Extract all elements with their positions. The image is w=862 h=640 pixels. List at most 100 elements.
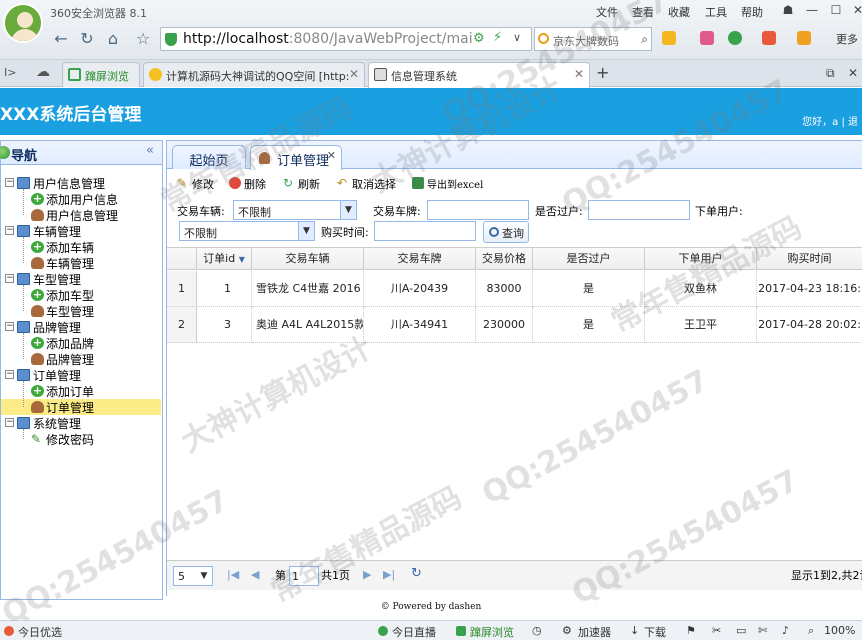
sidebar-item-4-1[interactable]: 订单管理: [1, 399, 161, 415]
search-box[interactable]: 京东大牌数码 ⌕: [534, 27, 652, 51]
flag-icon[interactable]: ⚑: [686, 624, 696, 637]
sidebar-group-0[interactable]: − 用户信息管理: [1, 175, 161, 191]
grid-cell[interactable]: 双鱼林: [645, 271, 757, 307]
collapse-box-icon[interactable]: −: [5, 370, 14, 379]
grid-cell[interactable]: 2017-04-23 18:16:: [757, 271, 862, 307]
close-tab-icon[interactable]: ✕: [574, 67, 584, 81]
back-icon[interactable]: ←: [50, 27, 72, 51]
grid-header-7[interactable]: 购买时间: [757, 248, 862, 270]
sidebar-group-5[interactable]: − 系统管理: [1, 415, 161, 431]
chevron-down-icon[interactable]: ∨: [513, 31, 521, 44]
extension-icon[interactable]: [700, 31, 714, 45]
transfer-input[interactable]: [588, 200, 690, 220]
collapse-box-icon[interactable]: −: [5, 226, 14, 235]
restore-tab-icon[interactable]: ⧉: [826, 66, 835, 81]
coin-icon[interactable]: [728, 31, 742, 45]
grid-header-6[interactable]: 下单用户: [645, 248, 757, 270]
address-bar[interactable]: http://localhost:8080/JavaWebProject/mai…: [160, 27, 532, 51]
status-download[interactable]: 下载: [644, 624, 666, 640]
last-page-icon[interactable]: ▶|: [383, 568, 395, 581]
accelerate-icon[interactable]: ⚙: [473, 31, 485, 46]
search-icon[interactable]: ⌕: [641, 32, 648, 47]
collapse-box-icon[interactable]: −: [5, 178, 14, 187]
sidebar-item-3-1[interactable]: 品牌管理: [1, 351, 161, 367]
address-text[interactable]: http://localhost:8080/JavaWebProject/mai…: [183, 31, 473, 47]
grid-cell[interactable]: 3: [197, 307, 252, 343]
browser-tab-split[interactable]: 蹿屏浏览: [62, 62, 140, 87]
plate-input[interactable]: [427, 200, 529, 220]
new-tab-icon[interactable]: +: [596, 63, 609, 82]
browser-tab-info-system[interactable]: 信息管理系统 ✕: [368, 62, 590, 88]
first-page-icon[interactable]: |◀: [227, 568, 239, 581]
star-icon[interactable]: ☆: [132, 27, 154, 51]
avatar[interactable]: [3, 3, 43, 43]
translate-icon[interactable]: [762, 31, 776, 45]
collapse-icon[interactable]: «: [146, 143, 154, 158]
close-tab-icon[interactable]: ✕: [327, 149, 336, 162]
order-user-select[interactable]: 不限制 ▼: [179, 221, 315, 241]
maximize-icon[interactable]: ☐: [824, 2, 848, 18]
sidebar-item-1-0[interactable]: + 添加车辆: [1, 239, 161, 255]
grid-cell[interactable]: 2017-04-28 20:02:: [757, 307, 862, 343]
page-size-select[interactable]: 5 ▼: [173, 566, 213, 586]
sidebar-item-0-0[interactable]: + 添加用户信息: [1, 191, 161, 207]
apps-icon[interactable]: [662, 31, 676, 45]
screenshot-icon[interactable]: ✂: [712, 624, 721, 637]
grid-cell[interactable]: 奥迪 A4L A4L2015款: [252, 307, 364, 343]
search-text[interactable]: 京东大牌数码: [553, 33, 619, 49]
grid-cell[interactable]: 雪铁龙 C4世嘉 2016: [252, 271, 364, 307]
home-icon[interactable]: ⌂: [102, 27, 124, 51]
sidebar-item-2-1[interactable]: 车型管理: [1, 303, 161, 319]
collapse-box-icon[interactable]: −: [5, 322, 14, 331]
cloud-icon[interactable]: ☁: [36, 64, 50, 80]
grid-cell[interactable]: 川A-20439: [364, 271, 476, 307]
sidebar-group-4[interactable]: − 订单管理: [1, 367, 161, 383]
sidebar-group-2[interactable]: − 车型管理: [1, 271, 161, 287]
minimize-icon[interactable]: —: [800, 2, 824, 18]
sidebar-item-2-0[interactable]: + 添加车型: [1, 287, 161, 303]
refresh-icon[interactable]: ↻: [76, 27, 98, 51]
status-live[interactable]: 今日直播: [392, 624, 436, 640]
cut-icon[interactable]: ✄: [758, 624, 767, 637]
next-page-icon[interactable]: ▶: [363, 568, 371, 581]
zoom-level[interactable]: 100%: [824, 624, 855, 637]
grid-cell[interactable]: 是: [533, 271, 645, 307]
more-menu[interactable]: 更多: [836, 31, 858, 47]
grid-header-4[interactable]: 交易价格: [476, 248, 533, 270]
lightning-icon[interactable]: ⚡: [493, 30, 502, 45]
sidebar-toggle-icon[interactable]: I>: [4, 66, 16, 79]
status-accelerator[interactable]: 加速器: [578, 624, 611, 640]
tab-order-management[interactable]: 订单管理 ✕: [250, 145, 342, 170]
browser-tab-qq[interactable]: 计算机源码大神调试的QQ空间 [http: ✕: [143, 62, 365, 87]
close-window-icon[interactable]: ✕: [846, 2, 862, 18]
grid-header-2[interactable]: 交易车辆: [252, 248, 364, 270]
page-number-input[interactable]: 1: [289, 566, 319, 586]
menu-favorites[interactable]: 收藏: [668, 4, 690, 20]
sidebar-group-3[interactable]: − 品牌管理: [1, 319, 161, 335]
prev-page-icon[interactable]: ◀: [251, 568, 259, 581]
grid-header-5[interactable]: 是否过户: [533, 248, 645, 270]
status-left[interactable]: 今日优选: [18, 624, 62, 640]
sidebar-item-3-0[interactable]: + 添加品牌: [1, 335, 161, 351]
reload-icon[interactable]: ↻: [411, 566, 422, 581]
volume-icon[interactable]: ♪: [782, 624, 789, 637]
search-button[interactable]: 查询: [483, 221, 529, 243]
history-icon[interactable]: ◷: [532, 624, 542, 637]
grid-cell[interactable]: 83000: [476, 271, 533, 307]
note-icon[interactable]: [797, 31, 811, 45]
grid-cell[interactable]: 是: [533, 307, 645, 343]
sidebar-item-5-0[interactable]: ✎ 修改密码: [1, 431, 161, 447]
tab-home[interactable]: 起始页: [172, 145, 246, 169]
grid-cell[interactable]: 王卫平: [645, 307, 757, 343]
close-all-icon[interactable]: ✕: [848, 66, 858, 80]
menu-tools[interactable]: 工具: [705, 4, 727, 20]
grid-cell[interactable]: 川A-34941: [364, 307, 476, 343]
grid-cell[interactable]: 230000: [476, 307, 533, 343]
sidebar-item-1-1[interactable]: 车辆管理: [1, 255, 161, 271]
grid-header-1[interactable]: 订单id ▼: [197, 248, 252, 270]
sidebar-item-4-0[interactable]: + 添加订单: [1, 383, 161, 399]
sidebar-group-1[interactable]: − 车辆管理: [1, 223, 161, 239]
sidebar-item-0-1[interactable]: 用户信息管理: [1, 207, 161, 223]
collapse-box-icon[interactable]: −: [5, 418, 14, 427]
skin-icon[interactable]: ☗: [776, 2, 800, 18]
